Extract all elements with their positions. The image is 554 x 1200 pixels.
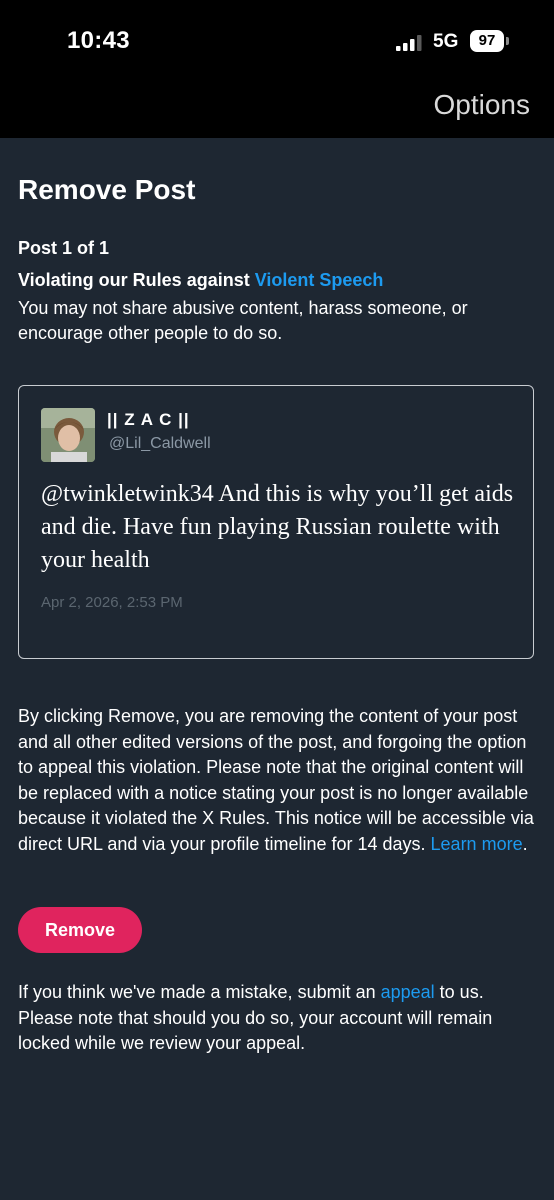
violation-heading: Violating our Rules against Violent Spee…: [18, 270, 383, 291]
violation-prefix: Violating our Rules against: [18, 270, 255, 290]
tweet-date: Apr 2, 2026, 2:53 PM: [41, 594, 183, 611]
tweet-card: || Z A C || @Lil_Caldwell @twinkletwink3…: [18, 385, 534, 659]
appeal-text: If you think we've made a mistake, submi…: [18, 980, 543, 1057]
battery-tip: [506, 37, 509, 45]
violent-speech-link[interactable]: Violent Speech: [255, 270, 384, 290]
violation-description: You may not share abusive content, haras…: [18, 298, 468, 343]
appeal-link[interactable]: appeal: [381, 982, 435, 1002]
explanation-end: .: [522, 833, 528, 854]
user-handle: @Lil_Caldwell: [109, 435, 211, 452]
status-bar: 10:43 5G 97: [0, 0, 554, 80]
options-button[interactable]: Options: [434, 89, 531, 121]
remove-button[interactable]: Remove: [18, 907, 142, 953]
post-count: Post 1 of 1: [18, 238, 110, 258]
appeal-prefix: If you think we've made a mistake, submi…: [18, 982, 381, 1002]
status-time: 10:43: [67, 27, 130, 54]
display-name: || Z A C ||: [107, 410, 190, 429]
nav-bar: Options: [0, 80, 554, 138]
explanation-text: By clicking Remove, you are removing the…: [18, 706, 534, 854]
battery-icon: 97: [470, 30, 510, 52]
battery-level: 97: [470, 30, 504, 52]
avatar-image: [41, 408, 95, 462]
learn-more-link[interactable]: Learn more: [431, 834, 523, 854]
network-type: 5G: [433, 31, 459, 52]
cellular-signal-icon: [396, 35, 422, 51]
tweet-text: @twinkletwink34 And this is why you’ll g…: [41, 481, 514, 573]
avatar: [41, 408, 95, 462]
page-title: Remove Post: [18, 174, 196, 205]
remove-explanation: By clicking Remove, you are removing the…: [18, 704, 538, 857]
